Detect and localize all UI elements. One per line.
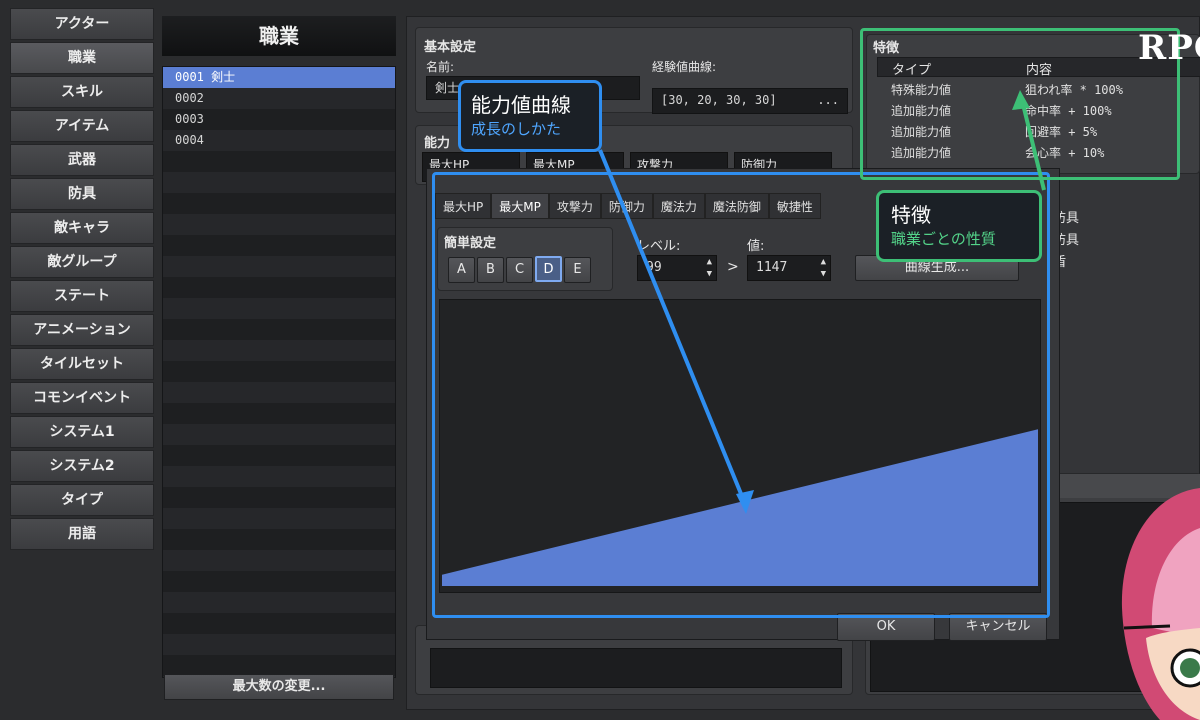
rpg-logo: RPG [1138, 28, 1200, 68]
curve-arrow [598, 149, 748, 507]
trait-arrow [1020, 99, 1046, 191]
curve-arrow-head [736, 490, 754, 514]
curve-callout-subtitle: 成長のしかた [471, 120, 562, 138]
trait-arrow-head [1012, 90, 1030, 110]
trait-callout: 特徴 職業ごとの性質 [876, 190, 1042, 262]
mascot-character [1121, 488, 1200, 720]
curve-callout: 能力値曲線 成長のしかた [458, 80, 602, 152]
trait-callout-title: 特徴 [891, 203, 931, 227]
trait-callout-subtitle: 職業ごとの性質 [891, 230, 996, 248]
curve-callout-title: 能力値曲線 [471, 93, 571, 117]
